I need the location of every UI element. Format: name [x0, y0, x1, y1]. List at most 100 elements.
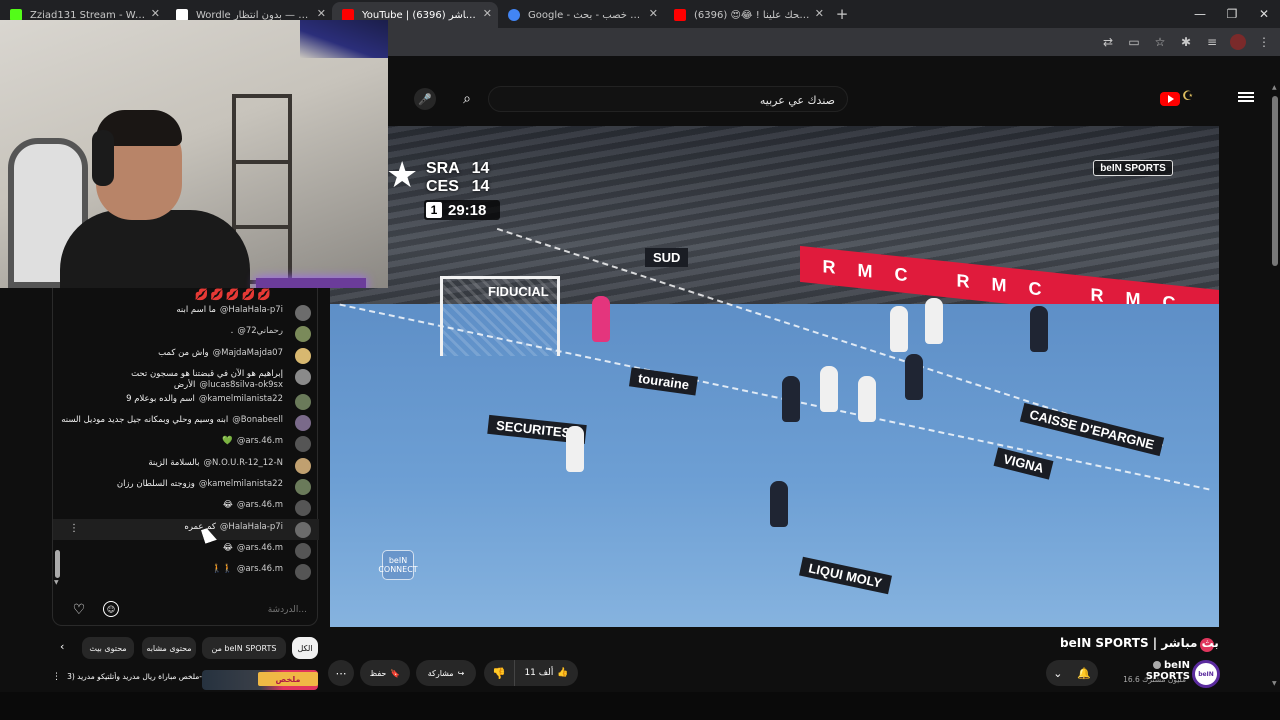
browser-menu-icon[interactable]: ⋮	[1256, 34, 1272, 50]
search-input[interactable]	[535, 92, 835, 108]
headset-icon	[92, 130, 114, 186]
tab-title: مودي ضحك علينا ! 😂😍 (6396)	[694, 9, 810, 21]
close-window-icon[interactable]: ✕	[1248, 0, 1280, 28]
search-icon[interactable]: ⌕	[456, 88, 478, 110]
chat-message[interactable]: إبراهيم هو الآن في قبضتنا هو مسجون تحت ا…	[53, 366, 319, 391]
chat-message[interactable]: اسم والده بوعلام 9 @kamelmilanista22	[53, 391, 319, 412]
cast-icon[interactable]: ▭	[1126, 34, 1142, 50]
chat-message-list: ما اسم ابنه @HalaHala-p7i. @رحماني72 واش من…	[53, 302, 319, 583]
close-icon[interactable]: ✕	[815, 7, 824, 20]
minimize-icon[interactable]: —	[1184, 0, 1216, 28]
chat-author[interactable]: @رحماني72	[237, 326, 283, 336]
chat-author[interactable]: @MajdaMajda07	[213, 348, 283, 358]
video-player[interactable]: RMC RMC RMC SUD FIDUCIAL touraine SECURI…	[330, 126, 1219, 627]
bookmark-star-icon[interactable]: ☆	[1152, 34, 1168, 50]
chat-message[interactable]: 😂 @ars.46.m	[53, 540, 319, 561]
chat-avatar[interactable]	[295, 326, 311, 343]
chip[interactable]: محتوى مشابه	[142, 637, 196, 659]
youtube-logo[interactable]: ☪	[1160, 89, 1214, 109]
score-row-home: SRA 14	[392, 160, 502, 178]
chat-message[interactable]: واش من كمب @MajdaMajda07	[53, 345, 319, 366]
chat-avatar[interactable]	[295, 479, 311, 496]
chat-author[interactable]: @HalaHala-p7i	[220, 522, 283, 532]
chat-message[interactable]: . @رحماني72	[53, 323, 319, 344]
player-figure	[905, 354, 923, 400]
media-control-icon[interactable]: ≡	[1204, 34, 1220, 50]
chat-message[interactable]: ما اسم ابنه @HalaHala-p7i	[53, 302, 319, 323]
chat-author[interactable]: @ars.46.m	[237, 500, 283, 510]
subscribed-bell-button[interactable]: ⌄ 🔔	[1046, 660, 1098, 686]
scroll-down-icon[interactable]: ▼	[1272, 680, 1277, 687]
chat-author[interactable]: @kamelmilanista22	[199, 479, 283, 489]
player-figure	[858, 376, 876, 422]
chat-author[interactable]: @Bonabeell	[232, 415, 283, 425]
chat-avatar[interactable]	[295, 542, 311, 559]
chat-author[interactable]: @HalaHala-p7i	[220, 305, 283, 315]
chat-avatar[interactable]	[295, 305, 311, 321]
chat-message[interactable]: 💚 @ars.46.m	[53, 433, 319, 454]
chat-avatar[interactable]	[295, 415, 311, 432]
browser-tab[interactable]: Google - مناطق خصب - بحث ✕	[498, 2, 664, 28]
browser-tab[interactable]: مودي ضحك علينا ! 😂😍 (6396) ✕	[664, 2, 830, 28]
chat-message[interactable]: ابنه وسيم وحلي وبمكانه جيل جديد موديل ال…	[53, 412, 319, 433]
chat-scrollbar[interactable]	[55, 550, 60, 578]
chat-author[interactable]: @lucas8silva-ok9sx	[199, 380, 283, 390]
chip[interactable]: من beIN SPORTS	[202, 637, 286, 659]
chat-author[interactable]: @ars.46.m	[237, 543, 283, 553]
chat-text: واش من كمب	[158, 347, 209, 358]
menu-icon[interactable]	[1238, 90, 1254, 106]
chat-avatar[interactable]	[295, 500, 311, 517]
profile-avatar[interactable]	[1230, 34, 1246, 50]
chat-author[interactable]: @ars.46.m	[237, 564, 283, 574]
chat-message[interactable]: 🚶🚶 @ars.46.m	[53, 561, 319, 582]
extensions-icon[interactable]: ✱	[1178, 34, 1194, 50]
chat-avatar[interactable]	[295, 347, 311, 364]
floor-ad: SUD	[645, 248, 689, 267]
chat-author[interactable]: @ars.46.m	[237, 436, 283, 446]
chat-avatar[interactable]	[295, 521, 311, 538]
chat-avatar[interactable]	[295, 457, 311, 474]
chevron-left-icon[interactable]: ‹	[60, 640, 74, 656]
more-vert-icon[interactable]: ⋮	[69, 523, 79, 534]
close-icon[interactable]: ✕	[649, 7, 658, 20]
dislike-button[interactable]: 👎	[484, 660, 514, 686]
chat-avatar[interactable]	[295, 436, 311, 453]
emoji-icon[interactable]: ☺	[103, 601, 119, 617]
chat-message[interactable]: بالسلامة الزينة @N.O.U.R-12_12-N	[53, 455, 319, 476]
scroll-down-icon[interactable]: ▼	[54, 579, 59, 586]
share-button[interactable]: مشاركة ↪	[416, 660, 476, 686]
chat-avatar[interactable]	[295, 564, 311, 581]
chat-author[interactable]: @N.O.U.R-12_12-N	[204, 458, 283, 468]
more-vert-icon[interactable]: ⋮	[52, 672, 61, 682]
chat-author[interactable]: @kamelmilanista22	[199, 394, 283, 404]
save-button[interactable]: حفظ 🔖	[360, 660, 410, 686]
heart-icon[interactable]: ♡	[70, 601, 88, 619]
like-button[interactable]: 11 ألف 👍	[514, 660, 578, 686]
chat-text: 🚶🚶	[211, 564, 233, 575]
close-icon[interactable]: ✕	[151, 7, 160, 20]
close-icon[interactable]: ✕	[483, 7, 492, 20]
restore-icon[interactable]: ❐	[1216, 0, 1248, 28]
chat-message[interactable]: 😂 @ars.46.m	[53, 497, 319, 518]
streamer-body	[60, 210, 250, 288]
chat-avatar[interactable]	[295, 368, 311, 385]
chat-message[interactable]: وزوجته السلطان رزان @kamelmilanista22	[53, 476, 319, 497]
page-scrollbar[interactable]	[1272, 96, 1278, 266]
shelf-board	[232, 225, 292, 229]
channel-avatar[interactable]: beIN	[1192, 660, 1220, 688]
chat-message[interactable]: كم عمره @HalaHala-p7i ⋮	[53, 518, 319, 540]
translate-icon[interactable]: ⇄	[1100, 34, 1116, 50]
chat-input[interactable]	[121, 601, 307, 619]
scroll-up-icon[interactable]: ▲	[1272, 84, 1277, 91]
microphone-icon[interactable]: 🎤	[414, 88, 436, 110]
chat-text: ابنه وسيم وحلي وبمكانه جيل جديد موديل ال…	[61, 415, 229, 426]
chip[interactable]: محتوى بيث	[82, 637, 134, 659]
youtube-doodle-icon: ☪	[1182, 89, 1194, 104]
more-actions-button[interactable]: ⋯	[328, 660, 354, 686]
recommended-video[interactable]: ⋮ ملخص مباراة ريال مدريد وأتلتيكو مدريد …	[52, 670, 322, 692]
chip-active[interactable]: الكل	[292, 637, 318, 659]
close-icon[interactable]: ✕	[317, 7, 326, 20]
chat-avatar[interactable]	[295, 393, 311, 410]
new-tab-button[interactable]: +	[830, 5, 854, 23]
player-figure	[925, 298, 943, 344]
